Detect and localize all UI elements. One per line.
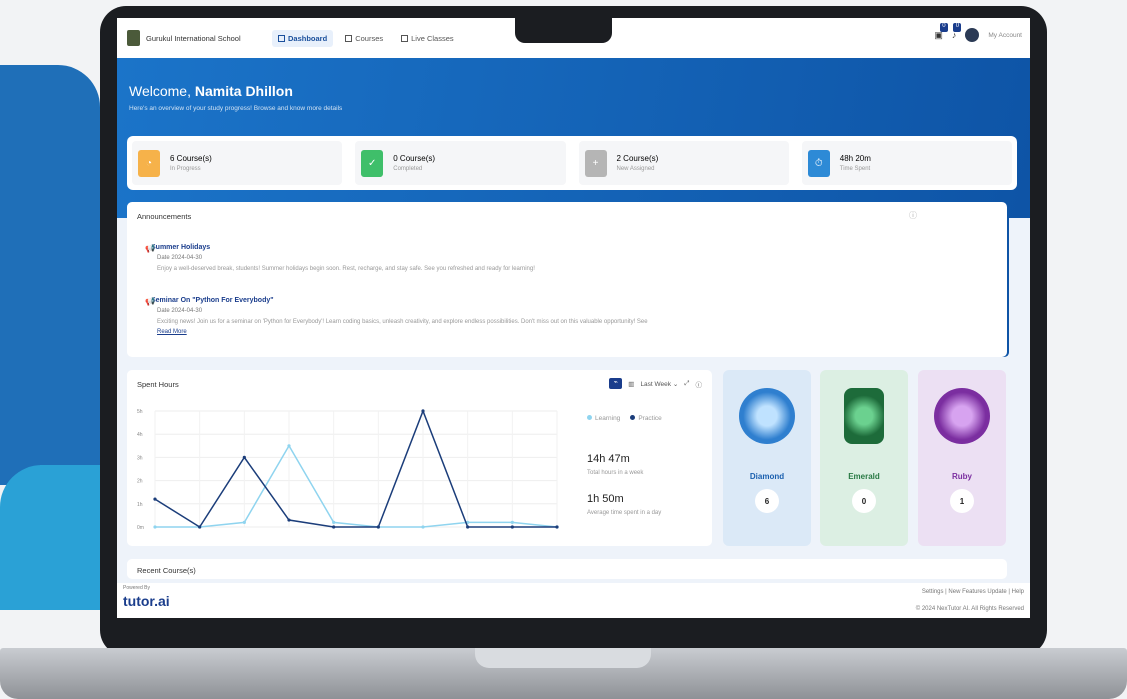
- welcome-subtitle: Here's an overview of your study progres…: [129, 105, 343, 112]
- megaphone-icon: 📢: [145, 244, 155, 253]
- footer-links[interactable]: Settings | New Features Update | Help: [922, 589, 1024, 595]
- emerald-icon: [844, 388, 884, 444]
- gem-card-ruby[interactable]: Ruby 1: [918, 370, 1006, 546]
- chart-legend: Learning Practice: [587, 415, 662, 422]
- screen: Gurukul International School Dashboard C…: [117, 18, 1030, 618]
- stats-bar: ◔ 6 Course(s) In Progress ✓ 0 Course(s) Comp…: [127, 136, 1017, 190]
- info-icon[interactable]: ⓘ: [696, 379, 703, 389]
- data-point: [198, 525, 202, 529]
- data-point: [555, 525, 559, 529]
- gem-card-diamond[interactable]: Diamond 6: [723, 370, 811, 546]
- my-account[interactable]: My Account: [988, 32, 1022, 39]
- announcement-item[interactable]: 📢 Summer Holidays Date 2024-04-30 Enjoy …: [137, 244, 535, 272]
- data-point: [242, 520, 246, 524]
- diamond-icon: [739, 388, 795, 444]
- recent-courses-panel: Recent Course(s): [127, 559, 1007, 579]
- data-point: [287, 518, 291, 522]
- spent-hours-title: Spent Hours: [137, 380, 179, 389]
- y-tick-label: 1h: [137, 502, 143, 508]
- nav-dashboard[interactable]: Dashboard: [272, 29, 334, 47]
- ruby-icon: [934, 388, 990, 444]
- data-point: [287, 444, 291, 448]
- nav: Dashboard Courses Live Classes: [272, 29, 460, 47]
- nav-live-classes[interactable]: Live Classes: [395, 30, 460, 47]
- data-point: [510, 520, 514, 524]
- welcome-title: Welcome, Namita Dhillon: [129, 83, 293, 99]
- plus-icon: +: [584, 149, 607, 177]
- footer: Powered By tutor.ai Settings | New Featu…: [117, 583, 1030, 618]
- data-point: [376, 525, 380, 529]
- series-line: [154, 408, 557, 529]
- y-tick-label: 0m: [137, 525, 144, 531]
- stat-time-spent[interactable]: ⏱ 48h 20m Time Spent: [801, 141, 1012, 185]
- laptop-notch: [475, 648, 651, 668]
- spent-hours-chart: 5h 4h 3h 2h 1h 0m: [137, 408, 559, 531]
- bg-shape: [40, 465, 100, 610]
- legend-practice: Practice: [630, 415, 662, 422]
- range-select[interactable]: Last Week ⌄: [640, 380, 678, 388]
- avg-hours-label: Average time spent in a day: [587, 510, 662, 516]
- cart-icon[interactable]: ▣ 0: [934, 22, 948, 41]
- school-logo: [127, 30, 140, 46]
- data-point: [153, 525, 157, 529]
- data-point: [332, 520, 336, 524]
- total-hours: 14h 47m: [587, 453, 630, 465]
- copyright: © 2024 NexTutor AI. All Rights Reserved: [915, 606, 1024, 612]
- avg-hours: 1h 50m: [587, 493, 624, 505]
- stopwatch-icon: ⏱: [807, 149, 830, 177]
- announcement-item[interactable]: 📢 Seminar On "Python For Everybody" Date…: [137, 297, 648, 335]
- read-more-link[interactable]: Read More: [157, 329, 648, 335]
- stat-completed[interactable]: ✓ 0 Course(s) Completed: [355, 141, 566, 185]
- y-tick-label: 5h: [137, 409, 143, 415]
- stat-new-assigned[interactable]: +2 Course(s) New Assigned: [578, 141, 789, 185]
- gem-count: 6: [755, 489, 779, 513]
- check-icon: ✓: [361, 149, 384, 177]
- y-tick-label: 2h: [137, 479, 143, 485]
- progress-icon: ◔: [138, 149, 160, 177]
- bell-icon[interactable]: ♪ 0: [952, 23, 962, 40]
- data-point: [421, 409, 425, 413]
- video-icon: [401, 34, 409, 42]
- gem-count: 0: [852, 489, 876, 513]
- data-point: [421, 525, 425, 529]
- line-chart-toggle[interactable]: ⌁: [609, 378, 623, 389]
- topbar-right: ▣ 0 ♪ 0 My Account: [934, 22, 1022, 42]
- powered-by: Powered By: [123, 585, 150, 591]
- announcements-panel: Announcements ⓘ 📢 Summer Holidays Date 2…: [127, 202, 1007, 357]
- announcements-title: Announcements: [137, 212, 192, 221]
- total-hours-label: Total hours in a week: [587, 470, 644, 476]
- gem-count: 1: [950, 489, 974, 513]
- bar-chart-icon[interactable]: ▥: [628, 380, 634, 388]
- book-icon: [345, 34, 353, 42]
- chart-tools: ⌁ ▥ Last Week ⌄ ⤢ ⓘ: [609, 378, 702, 389]
- info-icon[interactable]: ⓘ: [909, 210, 917, 221]
- data-point: [332, 525, 336, 529]
- gem-card-emerald[interactable]: Emerald 0: [820, 370, 908, 546]
- grid-icon: [278, 34, 285, 42]
- data-point: [510, 525, 514, 529]
- data-point: [153, 497, 157, 501]
- nav-courses[interactable]: Courses: [339, 30, 389, 47]
- spent-hours-panel: Spent Hours ⌁ ▥ Last Week ⌄ ⤢ ⓘ 5h 4h 3h 2h…: [127, 370, 712, 546]
- stat-in-progress[interactable]: ◔ 6 Course(s) In Progress: [132, 141, 343, 185]
- megaphone-icon: 📢: [145, 297, 155, 306]
- y-tick-label: 3h: [137, 455, 143, 461]
- series-line: [155, 444, 558, 528]
- expand-icon[interactable]: ⤢: [684, 380, 689, 388]
- recent-courses-title: Recent Course(s): [137, 566, 196, 575]
- tutor-logo: tutor.ai: [123, 593, 170, 609]
- bg-shape: [0, 65, 100, 485]
- data-point: [466, 525, 470, 529]
- school-name: Gurukul International School: [146, 33, 241, 43]
- avatar[interactable]: [965, 28, 980, 42]
- legend-learning: Learning: [587, 415, 620, 422]
- camera-notch: [515, 18, 612, 43]
- data-point: [242, 455, 246, 459]
- y-tick-label: 4h: [137, 432, 143, 438]
- brand[interactable]: Gurukul International School: [127, 30, 272, 46]
